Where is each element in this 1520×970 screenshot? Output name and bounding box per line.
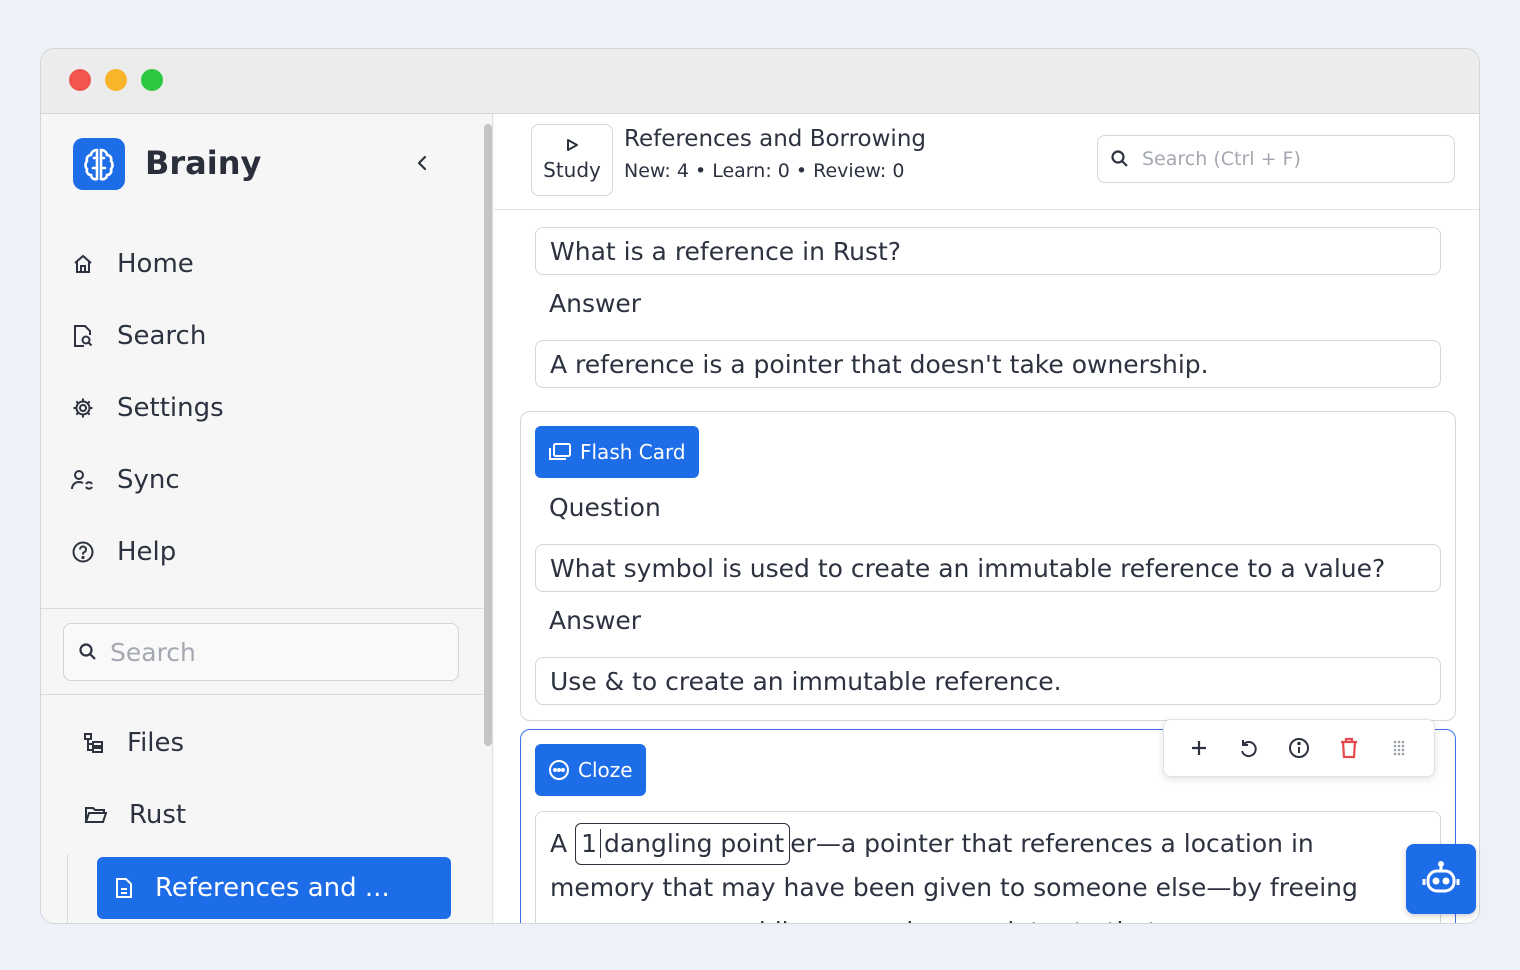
cloze-deletion[interactable]: 1 dangling point (575, 823, 791, 865)
nav-sync[interactable]: Sync (71, 458, 180, 502)
title-bar (41, 49, 1479, 114)
answer-label: Answer (549, 606, 642, 635)
nav-settings[interactable]: Settings (71, 386, 224, 430)
undo-icon (1241, 740, 1257, 758)
plus-icon (1192, 741, 1206, 755)
drag-handle-button[interactable] (1383, 732, 1415, 764)
tree-item-references[interactable]: References and ... (97, 857, 451, 919)
flash-card-icon (549, 443, 571, 460)
card-type-badge[interactable]: Flash Card (535, 426, 699, 478)
trash-icon (1341, 737, 1357, 759)
play-icon (567, 139, 578, 151)
deck-header: Study References and Borrowing New: 4 • … (494, 114, 1479, 210)
close-window-button[interactable] (69, 69, 91, 91)
card-type-badge[interactable]: Cloze (535, 744, 646, 796)
sidebar-divider (41, 608, 483, 609)
cloze-text-field[interactable]: A 1 dangling point er—a pointer that refer… (535, 811, 1441, 923)
question-field[interactable]: What symbol is used to create an immutab… (535, 544, 1441, 592)
gear-icon (71, 396, 95, 420)
file-tree-icon (81, 730, 107, 756)
card-search-input[interactable] (1142, 148, 1432, 170)
app-window: Brainy Home Search Settings Sync Help Se… (40, 48, 1480, 924)
cloze-icon (549, 760, 569, 780)
question-label: Question (549, 493, 661, 522)
main-panel: Study References and Borrowing New: 4 • … (494, 114, 1479, 923)
brain-logo-icon (73, 138, 125, 190)
maximize-window-button[interactable] (141, 69, 163, 91)
nav-home[interactable]: Home (71, 242, 194, 286)
sidebar-divider (41, 694, 483, 695)
search-doc-icon (71, 324, 95, 348)
sync-users-icon (71, 468, 95, 492)
card-list: What is a reference in Rust? Answer A re… (494, 211, 1479, 923)
home-icon (71, 252, 95, 276)
minimize-window-button[interactable] (105, 69, 127, 91)
delete-card-button[interactable] (1333, 732, 1365, 764)
sidebar: Brainy Home Search Settings Sync Help Se… (41, 114, 493, 923)
deck-title: References and Borrowing (624, 126, 926, 152)
reset-card-button[interactable] (1233, 732, 1265, 764)
tree-folder-rust[interactable]: Rust (83, 800, 186, 830)
answer-field[interactable]: Use & to create an immutable reference. (535, 657, 1441, 705)
sidebar-search-input[interactable] (110, 637, 430, 667)
card-search[interactable] (1097, 135, 1455, 183)
sidebar-scrollbar[interactable] (484, 124, 492, 746)
nav-help[interactable]: Help (71, 530, 176, 574)
tree-guide-line (67, 854, 68, 923)
cloze-number: 1 (581, 829, 601, 858)
document-icon (116, 878, 132, 898)
collapse-sidebar-button[interactable] (409, 148, 435, 178)
help-circle-icon (71, 540, 95, 564)
nav-search[interactable]: Search (71, 314, 206, 358)
search-icon (79, 643, 96, 660)
answer-field[interactable]: A reference is a pointer that doesn't ta… (535, 340, 1441, 388)
chevron-left-icon (417, 155, 427, 171)
answer-label: Answer (549, 289, 642, 318)
card-toolbar (1163, 719, 1435, 777)
search-icon (1111, 150, 1128, 167)
folder-open-icon (83, 802, 109, 828)
add-card-button[interactable] (1183, 732, 1215, 764)
info-icon (1289, 738, 1309, 758)
app-name: Brainy (145, 144, 262, 182)
tree-files[interactable]: Files (81, 728, 184, 758)
robot-icon (1422, 861, 1460, 893)
deck-stats: New: 4 • Learn: 0 • Review: 0 (624, 160, 905, 182)
ai-assistant-button[interactable] (1406, 844, 1476, 914)
study-button[interactable]: Study (531, 124, 613, 196)
drag-handle-icon (1393, 740, 1405, 756)
question-field[interactable]: What is a reference in Rust? (535, 227, 1441, 275)
card-info-button[interactable] (1283, 732, 1315, 764)
sidebar-search[interactable] (63, 623, 459, 681)
